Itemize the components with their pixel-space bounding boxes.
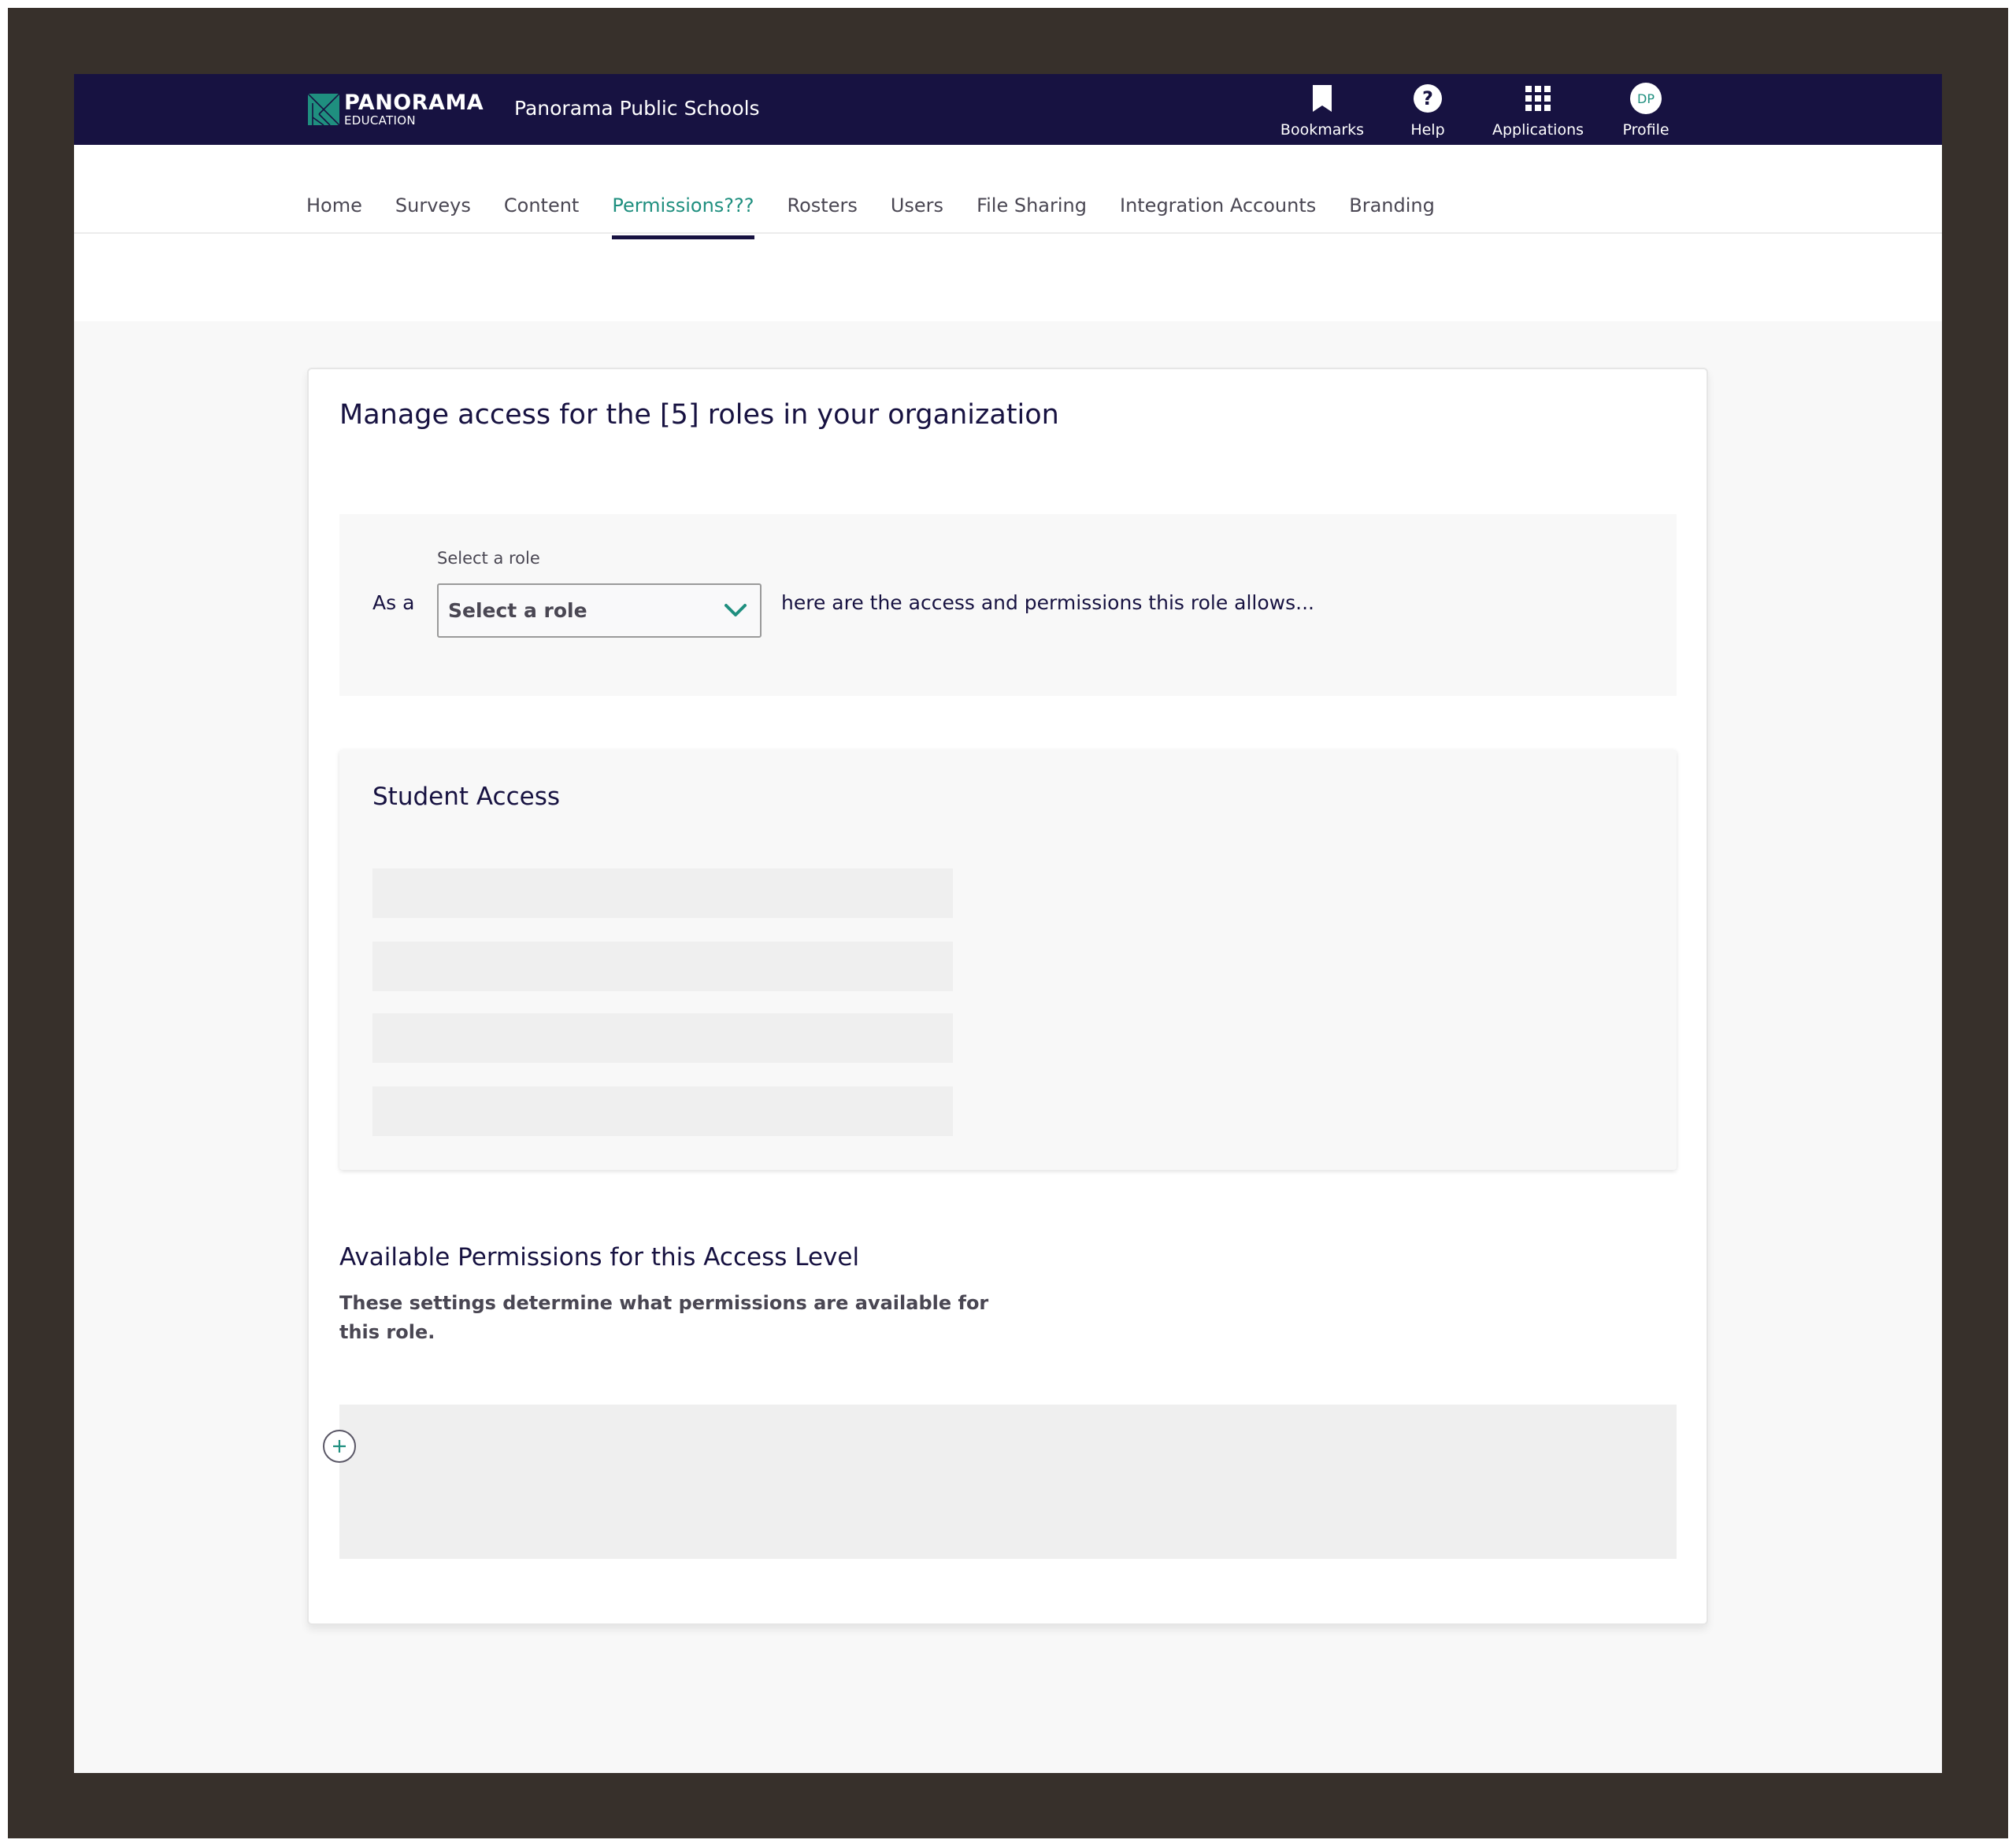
top-bar: PANORAMA EDUCATION Panorama Public Schoo… (74, 74, 1942, 145)
skeleton-row (372, 1013, 953, 1063)
student-access-title: Student Access (372, 783, 561, 811)
tab-integration-accounts[interactable]: Integration Accounts (1120, 194, 1316, 235)
avatar: DP (1630, 83, 1662, 114)
tab-content[interactable]: Content (504, 194, 579, 235)
org-name: Panorama Public Schools (514, 97, 760, 120)
available-permissions-area (339, 1405, 1677, 1559)
applications-button[interactable]: Applications (1475, 82, 1601, 139)
profile-button[interactable]: DP Profile (1583, 82, 1709, 139)
tab-file-sharing[interactable]: File Sharing (976, 194, 1087, 235)
tab-permissions[interactable]: Permissions??? (612, 194, 754, 239)
student-access-panel: Student Access (339, 750, 1677, 1170)
role-suffix-text: here are the access and permissions this… (781, 591, 1314, 614)
skeleton-row (372, 868, 953, 918)
role-select-value: Select a role (448, 599, 587, 622)
page-title: Manage access for the [5] roles in your … (339, 399, 1059, 431)
tab-bar: Home Surveys Content Permissions??? Rost… (306, 194, 1468, 239)
main-nav: Home Surveys Content Permissions??? Rost… (74, 145, 1942, 321)
chevron-down-icon (724, 604, 747, 616)
role-select[interactable]: Select a role (437, 583, 762, 638)
tab-surveys[interactable]: Surveys (395, 194, 471, 235)
tab-home[interactable]: Home (306, 194, 362, 235)
svg-text:?: ? (1422, 87, 1433, 109)
permissions-card: Manage access for the [5] roles in your … (307, 368, 1708, 1625)
plus-icon (333, 1440, 346, 1453)
role-prefix-text: As a (372, 591, 415, 614)
panorama-logo-icon (308, 94, 339, 125)
role-selector-panel: As a Select a role Select a role here ar… (339, 514, 1677, 696)
applications-label: Applications (1492, 121, 1584, 139)
apps-grid-icon (1525, 86, 1551, 111)
help-label: Help (1410, 121, 1445, 139)
role-select-label: Select a role (437, 549, 540, 568)
help-icon: ? (1414, 84, 1442, 113)
logo-name: PANORAMA (344, 91, 484, 115)
tab-users[interactable]: Users (891, 194, 943, 235)
help-button[interactable]: ? Help (1365, 82, 1491, 139)
available-permissions-title: Available Permissions for this Access Le… (339, 1243, 860, 1271)
skeleton-row (372, 942, 953, 991)
page: PANORAMA EDUCATION Panorama Public Schoo… (74, 74, 1942, 1773)
logo[interactable]: PANORAMA EDUCATION (308, 91, 484, 128)
logo-subtitle: EDUCATION (344, 113, 416, 128)
bookmark-icon (1313, 85, 1332, 112)
bookmarks-label: Bookmarks (1280, 121, 1365, 139)
skeleton-row (372, 1086, 953, 1136)
tab-branding[interactable]: Branding (1349, 194, 1435, 235)
available-permissions-description: These settings determine what permission… (339, 1292, 989, 1343)
add-permission-button[interactable] (323, 1430, 356, 1463)
tab-rosters[interactable]: Rosters (788, 194, 858, 235)
profile-label: Profile (1622, 121, 1670, 139)
